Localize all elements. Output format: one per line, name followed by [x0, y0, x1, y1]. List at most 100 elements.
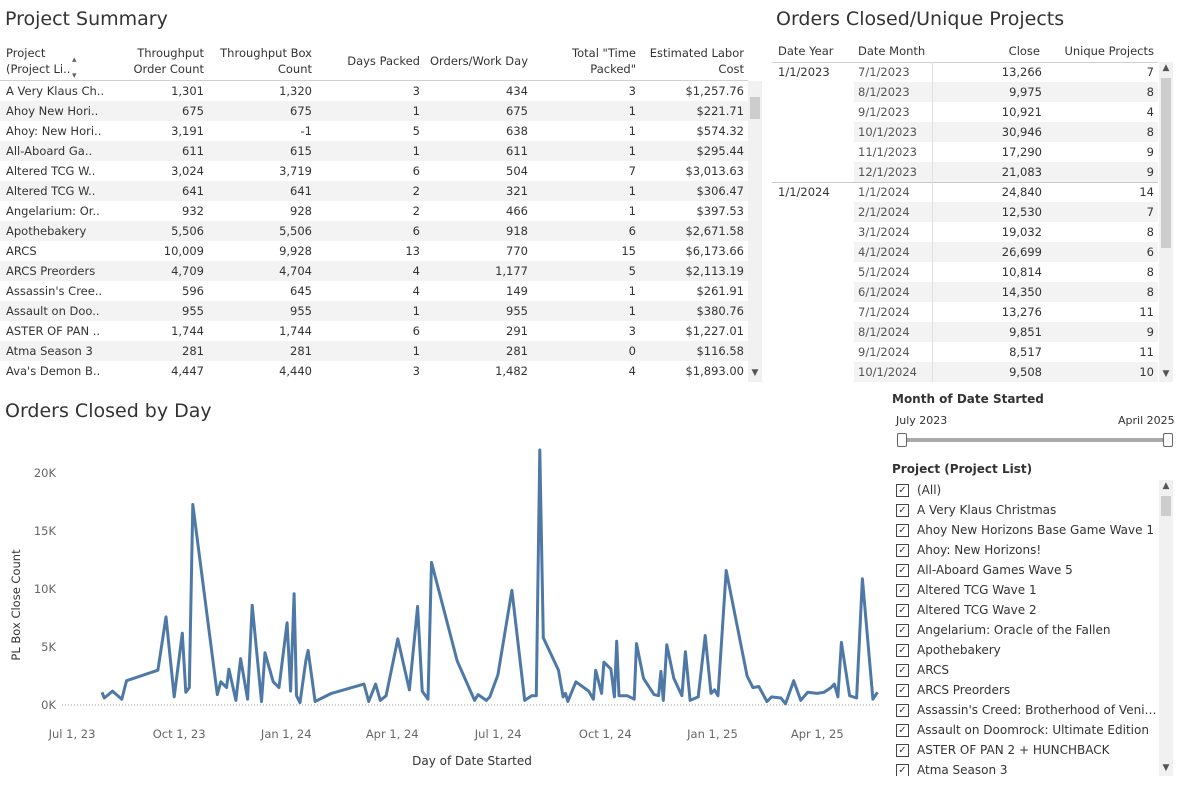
checkbox-checked-icon[interactable]: ✓ [896, 663, 909, 677]
checkbox-checked-icon[interactable]: ✓ [896, 583, 909, 597]
table-row[interactable]: Apothebakery 5,506 5,506 6 918 6 $2,671.58 [0, 221, 748, 241]
value-cell: 6 [628, 224, 636, 238]
sort-indicator-icon[interactable]: ▴ ▾ [72, 52, 77, 84]
table-row[interactable]: 4/1/2024 26,699 6 [854, 242, 1158, 262]
orders-unique-title: Orders Closed/Unique Projects [776, 8, 1065, 30]
checkbox-checked-icon[interactable]: ✓ [896, 643, 909, 657]
table-row[interactable]: 6/1/2024 14,350 8 [854, 282, 1158, 302]
table-row[interactable]: 8/1/2023 9,975 8 [854, 82, 1158, 102]
table-row[interactable]: Ahoy New Hori.. 675 675 1 675 1 $221.71 [0, 101, 748, 121]
table-row[interactable]: Assassin's Cree.. 596 645 4 149 1 $261.91 [0, 281, 748, 301]
scroll-up-icon[interactable]: ▲ [1159, 480, 1173, 492]
col-unique-projects-header[interactable]: Unique Projects [1062, 44, 1154, 58]
filter-item[interactable]: ✓ Altered TCG Wave 2 [892, 600, 1160, 620]
checkbox-checked-icon[interactable]: ✓ [896, 703, 909, 717]
table-row[interactable]: 5/1/2024 10,814 8 [854, 262, 1158, 282]
filter-item[interactable]: ✓ ARCS Preorders [892, 680, 1160, 700]
project-filter-scrollbar[interactable]: ▲ ▼ [1159, 480, 1173, 776]
table-row[interactable]: 2/1/2024 12,530 7 [854, 202, 1158, 222]
col-orders-work-day-header[interactable]: Orders/Work Day [428, 53, 528, 69]
col-days-packed-header[interactable]: Days Packed [330, 53, 420, 69]
filter-item[interactable]: ✓ All-Aboard Games Wave 5 [892, 560, 1160, 580]
project-summary-body: A Very Klaus Ch.. 1,301 1,320 3 434 3 $1,257.7… [0, 81, 748, 381]
col-throughput-order-header[interactable]: Throughput Order Count [120, 45, 205, 77]
slider-start-handle[interactable] [897, 433, 907, 447]
table-row[interactable]: ARCS 10,009 9,928 13 770 15 $6,173.66 [0, 241, 748, 261]
table-row[interactable]: 8/1/2024 9,851 9 [854, 322, 1158, 342]
table-row[interactable]: Assault on Doo.. 955 955 1 955 1 $380.76 [0, 301, 748, 321]
table-row[interactable]: Ava's Demon B.. 4,447 4,440 3 1,482 4 $1,893.0… [0, 361, 748, 381]
filter-item[interactable]: ✓ ARCS [892, 660, 1160, 680]
checkbox-checked-icon[interactable]: ✓ [896, 683, 909, 697]
table-row[interactable]: A Very Klaus Ch.. 1,301 1,320 3 434 3 $1,257.7… [0, 81, 748, 101]
value-cell: $295.44 [696, 144, 744, 158]
filter-item[interactable]: ✓ Altered TCG Wave 1 [892, 580, 1160, 600]
x-tick-label: Oct 1, 24 [579, 727, 632, 741]
table-row[interactable]: ARCS Preorders 4,709 4,704 4 1,177 5 $2,113.19 [0, 261, 748, 281]
checkbox-checked-icon[interactable]: ✓ [896, 483, 909, 497]
scroll-up-icon[interactable]: ▲ [1159, 62, 1173, 74]
col-total-time-header[interactable]: Total "Time Packed" [546, 45, 636, 77]
table-row[interactable]: 12/1/2023 21,083 9 [854, 162, 1158, 182]
filter-item[interactable]: ✓ Assassin's Creed: Brotherhood of Venice… [892, 700, 1160, 720]
table-row[interactable]: Altered TCG W.. 641 641 2 321 1 $306.47 [0, 181, 748, 201]
scroll-down-icon[interactable]: ▼ [1159, 368, 1173, 380]
scroll-down-icon[interactable]: ▼ [748, 367, 762, 379]
filter-item[interactable]: ✓ Apothebakery [892, 640, 1160, 660]
value-cell: 615 [290, 144, 312, 158]
table-row[interactable]: 10/1/2023 30,946 8 [854, 122, 1158, 142]
checkbox-checked-icon[interactable]: ✓ [896, 503, 909, 517]
filter-item[interactable]: ✓ A Very Klaus Christmas [892, 500, 1160, 520]
checkbox-checked-icon[interactable]: ✓ [896, 763, 909, 776]
filter-item-label: Apothebakery [917, 643, 1001, 657]
table-row[interactable]: Angelarium: Or.. 932 928 2 466 1 $397.53 [0, 201, 748, 221]
date-range-slider[interactable] [900, 438, 1168, 442]
value-cell: 7 [628, 164, 636, 178]
table-row[interactable]: 10/1/2024 9,508 10 [854, 362, 1158, 382]
filter-item[interactable]: ✓ Ahoy: New Horizons! [892, 540, 1160, 560]
project-name-cell: Assassin's Cree.. [6, 284, 103, 298]
project-summary-scrollbar[interactable]: ▼ [748, 81, 762, 382]
scrollbar-thumb[interactable] [1161, 496, 1171, 516]
value-cell: $221.71 [696, 104, 744, 118]
table-row[interactable]: Ahoy: New Hori.. 3,191 -1 5 638 1 $574.32 [0, 121, 748, 141]
col-est-labor-header[interactable]: Estimated Labor Cost [640, 45, 744, 77]
value-cell: 1 [412, 304, 420, 318]
checkbox-checked-icon[interactable]: ✓ [896, 563, 909, 577]
filter-item[interactable]: ✓ ASTER OF PAN 2 + HUNCHBACK [892, 740, 1160, 760]
col-project-header[interactable]: Project (Project Li.. [6, 45, 70, 77]
table-row[interactable]: 7/1/2024 13,276 11 [854, 302, 1158, 322]
table-row[interactable]: ASTER OF PAN .. 1,744 1,744 6 291 3 $1,227.01 [0, 321, 748, 341]
checkbox-checked-icon[interactable]: ✓ [896, 623, 909, 637]
checkbox-checked-icon[interactable]: ✓ [896, 603, 909, 617]
table-row[interactable]: 11/1/2023 17,290 9 [854, 142, 1158, 162]
value-cell: 12,530 [1001, 205, 1042, 219]
slider-end-handle[interactable] [1163, 433, 1173, 447]
table-row[interactable]: 9/1/2023 10,921 4 [854, 102, 1158, 122]
table-row[interactable]: 3/1/2024 19,032 8 [854, 222, 1158, 242]
table-row[interactable]: 9/1/2024 8,517 11 [854, 342, 1158, 362]
col-date-year-header[interactable]: Date Year [778, 44, 834, 58]
table-row[interactable]: Altered TCG W.. 3,024 3,719 6 504 7 $3,013.63 [0, 161, 748, 181]
scrollbar-thumb[interactable] [1161, 78, 1171, 248]
scroll-down-icon[interactable]: ▼ [1159, 762, 1173, 774]
filter-item[interactable]: ✓ Assault on Doomrock: Ultimate Edition [892, 720, 1160, 740]
col-close-header[interactable]: Close [1000, 44, 1040, 58]
checkbox-checked-icon[interactable]: ✓ [896, 723, 909, 737]
checkbox-checked-icon[interactable]: ✓ [896, 543, 909, 557]
table-row[interactable]: 1/1/2024 24,840 14 [854, 182, 1158, 202]
table-row[interactable]: Atma Season 3 281 281 1 281 0 $116.58 [0, 341, 748, 361]
filter-item[interactable]: ✓ Ahoy New Horizons Base Game Wave 1 [892, 520, 1160, 540]
table-row[interactable]: 7/1/2023 13,266 7 [854, 62, 1158, 82]
checkbox-checked-icon[interactable]: ✓ [896, 523, 909, 537]
series-line[interactable] [100, 448, 879, 706]
filter-item[interactable]: ✓ Angelarium: Oracle of the Fallen [892, 620, 1160, 640]
scrollbar-thumb[interactable] [750, 97, 760, 119]
col-date-month-header[interactable]: Date Month [858, 44, 925, 58]
filter-item[interactable]: ✓ (All) [892, 480, 1160, 500]
col-throughput-box-header[interactable]: Throughput Box Count [212, 45, 312, 77]
orders-unique-scrollbar[interactable]: ▲ ▼ [1159, 62, 1173, 382]
checkbox-checked-icon[interactable]: ✓ [896, 743, 909, 757]
table-row[interactable]: All-Aboard Ga.. 611 615 1 611 1 $295.44 [0, 141, 748, 161]
filter-item[interactable]: ✓ Atma Season 3 [892, 760, 1160, 776]
